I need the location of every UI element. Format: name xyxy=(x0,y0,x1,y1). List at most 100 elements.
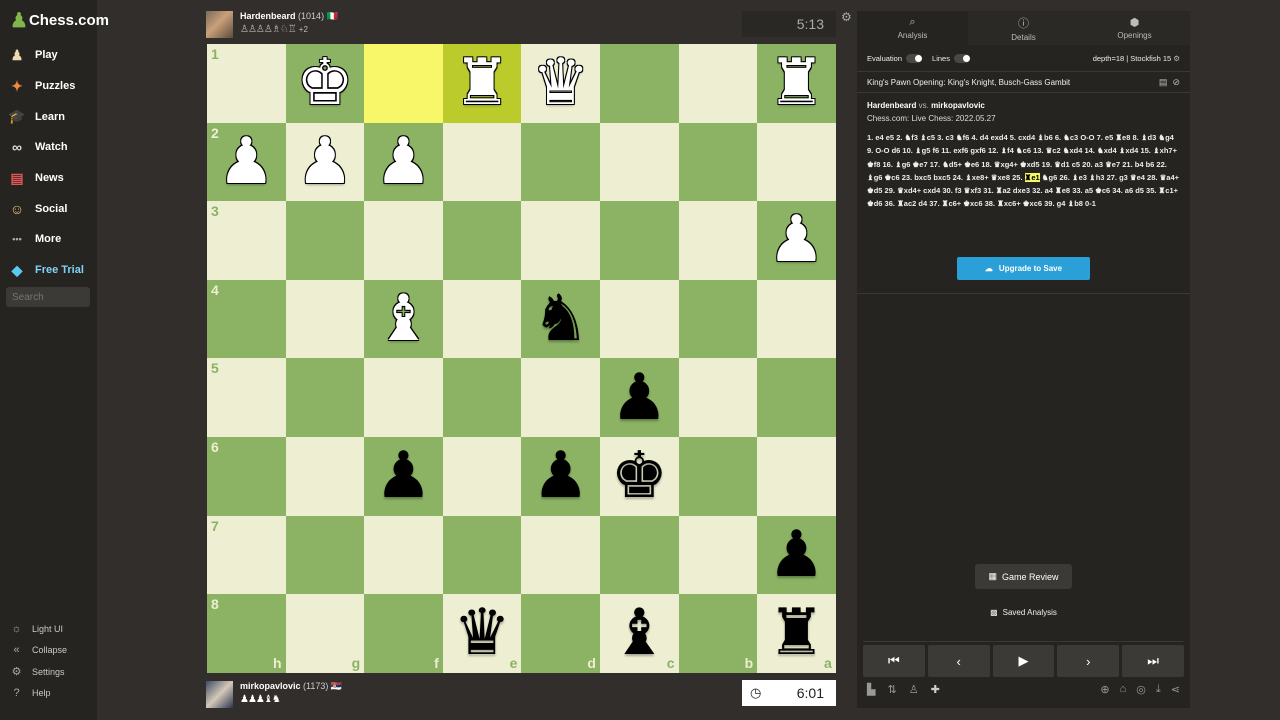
sidebar-bottom-settings[interactable]: ⚙ Settings xyxy=(0,661,97,683)
white-piece[interactable]: ♝ xyxy=(375,287,432,351)
player-name[interactable]: Hardenbeard (1014) 🇮🇹 xyxy=(240,11,338,22)
flip-board-icon[interactable]: ⇅ xyxy=(887,683,896,696)
chart-icon[interactable]: ▙ xyxy=(867,683,875,696)
square-h8[interactable]: 8h xyxy=(207,594,286,673)
search-input[interactable] xyxy=(6,287,90,307)
square-a7[interactable]: ♟ xyxy=(757,515,836,595)
square-c6[interactable]: ♚ xyxy=(600,437,679,516)
square-h6[interactable]: 6 xyxy=(207,437,286,516)
add-icon[interactable]: ✚ xyxy=(931,683,940,696)
next-move-button[interactable]: › xyxy=(1057,645,1120,677)
square-g1[interactable]: ♚ xyxy=(285,44,365,123)
square-d2[interactable] xyxy=(521,122,600,202)
library-icon[interactable]: ⌂ xyxy=(1120,683,1127,696)
square-b5[interactable] xyxy=(678,358,758,437)
square-f3[interactable] xyxy=(364,201,443,280)
square-b1[interactable] xyxy=(678,44,758,123)
square-a3[interactable]: ♟ xyxy=(757,201,836,280)
sidebar-item-puzzles[interactable]: ✦ Puzzles xyxy=(0,71,97,102)
square-g2[interactable]: ♟ xyxy=(285,122,365,202)
share-icon[interactable]: ⋖ xyxy=(1171,683,1180,696)
square-e8[interactable]: e ♛ xyxy=(442,594,522,673)
square-c1[interactable] xyxy=(600,44,679,123)
square-g5[interactable] xyxy=(285,358,365,437)
square-b7[interactable] xyxy=(678,515,758,595)
square-b8[interactable]: b xyxy=(678,594,758,673)
player-name[interactable]: mirkopavlovic (1173) 🇷🇸 xyxy=(240,681,342,692)
sidebar-bottom-help[interactable]: ? Help xyxy=(0,683,97,705)
white-piece[interactable]: ♜ xyxy=(453,51,510,115)
tab-openings[interactable]: ⬢ Openings xyxy=(1079,11,1190,45)
square-e4[interactable] xyxy=(442,279,522,359)
square-f2[interactable]: ♟ xyxy=(364,122,443,202)
black-piece[interactable]: ♝ xyxy=(611,601,668,665)
tab-details[interactable]: ⓘ Details xyxy=(968,11,1079,45)
engine-settings-gear-icon[interactable]: ⚙ xyxy=(1173,54,1180,63)
sidebar-bottom-light-ui[interactable]: ☼ Light UI xyxy=(0,618,97,640)
white-piece[interactable]: ♟ xyxy=(296,130,353,194)
move-list[interactable]: 1. e4 e5 2. ♞f3 ♝c5 3. c3 ♞f6 4. d4 exd4… xyxy=(857,123,1190,211)
square-h2[interactable]: 2 ♟ xyxy=(207,122,286,202)
square-c7[interactable] xyxy=(600,515,679,595)
book-icon[interactable]: ▤ xyxy=(1159,77,1168,87)
white-piece[interactable]: ♚ xyxy=(296,51,353,115)
white-piece[interactable]: ♟ xyxy=(375,130,432,194)
square-e5[interactable] xyxy=(442,358,522,437)
previous-move-button[interactable]: ‹ xyxy=(927,645,990,677)
square-h1[interactable]: 1 xyxy=(207,44,286,123)
last-move-button[interactable]: ⏭ xyxy=(1122,645,1184,677)
square-f1[interactable] xyxy=(364,44,443,123)
square-a5[interactable] xyxy=(757,358,836,437)
avatar[interactable] xyxy=(206,11,233,38)
avatar[interactable] xyxy=(206,681,233,708)
sidebar-item-play[interactable]: ♟ Play xyxy=(0,40,97,71)
white-piece[interactable]: ♟ xyxy=(768,208,825,272)
square-g8[interactable]: g xyxy=(285,594,365,673)
tab-analysis[interactable]: ⌕ Analysis xyxy=(857,11,968,45)
square-e6[interactable] xyxy=(442,437,522,516)
square-c3[interactable] xyxy=(600,201,679,280)
square-c8[interactable]: c ♝ xyxy=(600,594,679,673)
sidebar-item-learn[interactable]: 🎓 Learn xyxy=(0,101,97,132)
square-h5[interactable]: 5 xyxy=(207,358,286,437)
sidebar-item-more[interactable]: ••• More xyxy=(0,224,97,255)
sidebar-bottom-collapse[interactable]: «Collapse xyxy=(0,640,97,662)
focus-icon[interactable]: ◎ xyxy=(1136,683,1146,696)
square-b2[interactable] xyxy=(678,122,758,202)
sidebar-item-news[interactable]: ▤ News xyxy=(0,163,97,194)
opening-name[interactable]: King's Pawn Opening: King's Knight, Busc… xyxy=(867,78,1070,87)
square-f4[interactable]: ♝ xyxy=(364,279,443,359)
black-piece[interactable]: ♜ xyxy=(768,601,825,665)
black-piece[interactable]: ♟ xyxy=(611,366,668,430)
square-a1[interactable]: ♜ xyxy=(757,44,836,123)
upgrade-to-save-button[interactable]: ☁ Upgrade to Save xyxy=(957,257,1090,280)
square-a4[interactable] xyxy=(757,279,836,359)
square-a6[interactable] xyxy=(757,437,836,516)
square-f5[interactable] xyxy=(364,358,443,437)
black-piece[interactable]: ♟ xyxy=(375,444,432,508)
square-h3[interactable]: 3 xyxy=(207,201,286,280)
square-b6[interactable] xyxy=(678,437,758,516)
black-piece[interactable]: ♟ xyxy=(532,444,589,508)
square-e3[interactable] xyxy=(442,201,522,280)
evaluation-toggle[interactable] xyxy=(906,53,923,63)
white-piece[interactable]: ♜ xyxy=(768,51,825,115)
white-piece[interactable]: ♛ xyxy=(532,51,589,115)
square-b3[interactable] xyxy=(678,201,758,280)
square-d6[interactable]: ♟ xyxy=(521,437,600,516)
square-g6[interactable] xyxy=(285,437,365,516)
square-h7[interactable]: 7 xyxy=(207,515,286,595)
square-f7[interactable] xyxy=(364,515,443,595)
square-f6[interactable]: ♟ xyxy=(364,437,443,516)
square-d7[interactable] xyxy=(521,515,600,595)
chess-board[interactable]: 1 ♚ ♜ ♛ ♜ 2 ♟ ♟ ♟ 3 ♟ 4 ♝ ♞ 5 ♟ 6 ♟ ♟ ♚ 7 ♟ 8 h g f e ♛ d c ♝ b a ♜ xyxy=(207,44,836,673)
square-g3[interactable] xyxy=(285,201,365,280)
engine-depth[interactable]: depth=18 | Stockfish 15 ⚙ xyxy=(1093,54,1180,63)
game-review-button[interactable]: ▦ Game Review xyxy=(975,564,1072,589)
board-settings-gear-icon[interactable]: ⚙ xyxy=(841,10,852,24)
download-icon[interactable]: ⤓ xyxy=(1156,683,1161,696)
black-piece[interactable]: ♟ xyxy=(768,523,825,587)
black-piece[interactable]: ♛ xyxy=(453,601,510,665)
square-a2[interactable] xyxy=(757,122,836,202)
square-h4[interactable]: 4 xyxy=(207,279,286,359)
